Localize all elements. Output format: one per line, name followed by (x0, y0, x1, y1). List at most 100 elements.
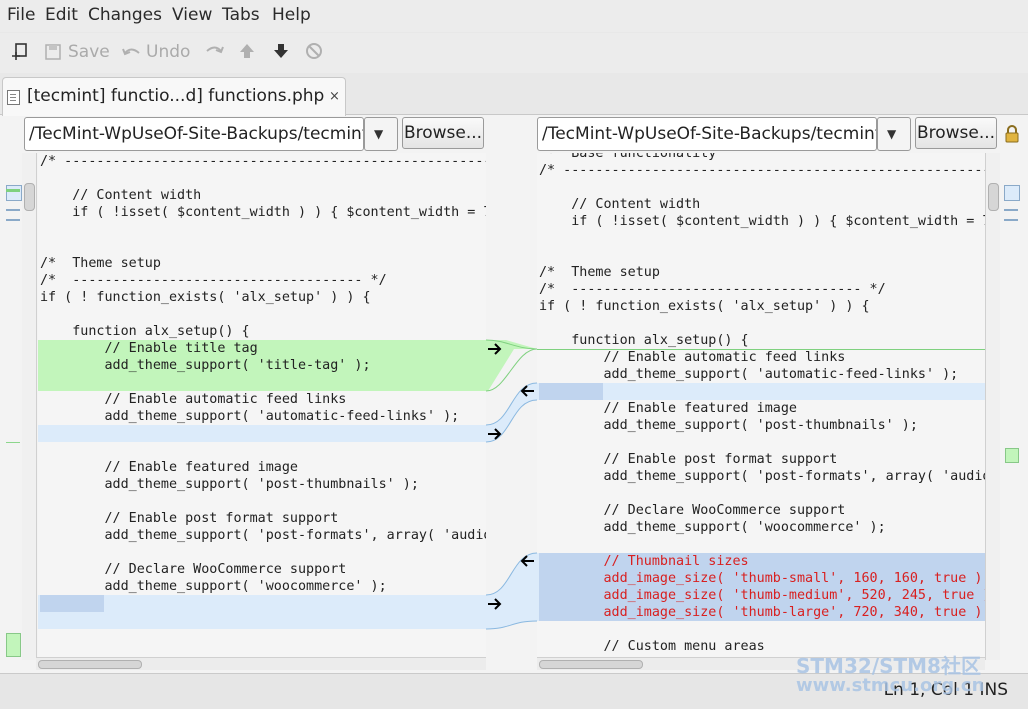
code-line: // Enable featured image (40, 460, 298, 475)
code-line: /* ------------------------------------ … (40, 273, 387, 288)
undo-label: Undo (146, 42, 191, 62)
code-line: add_image_size( 'thumb-large', 720, 340,… (539, 605, 985, 620)
code-line: if ( !isset( $content_width ) ) { $conte… (539, 214, 985, 229)
watermark-line-2: www.stmcu.org.cn (796, 675, 985, 696)
left-diff-map[interactable] (0, 153, 24, 660)
change-highlight (38, 595, 486, 629)
code-line: // Declare WooCommerce support (40, 562, 347, 577)
right-path-text: /TecMint-WpUseOf-Site-Backups/tecmint (542, 124, 877, 144)
left-hscroll-thumb[interactable] (38, 660, 142, 669)
code-line: add_theme_support( 'post-formats', array… (539, 469, 985, 484)
menu-file[interactable]: File (7, 5, 35, 25)
redo-icon (206, 46, 224, 54)
right-path-field[interactable]: /TecMint-WpUseOf-Site-Backups/tecmint (537, 117, 877, 151)
code-line: if ( !isset( $content_width ) ) { $conte… (40, 205, 486, 220)
document-icon (7, 90, 20, 105)
left-vertical-scrollbar[interactable] (22, 153, 37, 660)
code-line: // Content width (539, 197, 701, 212)
diff-map-viewport (1004, 185, 1020, 201)
code-line: /* -------------------------------------… (40, 154, 486, 169)
left-scroll-thumb[interactable] (24, 183, 35, 211)
code-line: // Enable post format support (40, 511, 339, 526)
code-line: // Enable automatic feed links (539, 350, 846, 365)
left-horizontal-scrollbar[interactable] (36, 657, 486, 670)
diff-map-insert-mark (1005, 448, 1019, 463)
diff-map-change-mark (6, 209, 20, 211)
left-path-field[interactable]: /TecMint-WpUseOf-Site-Backups/tecmint (24, 117, 364, 151)
code-line: add_theme_support( 'automatic-feed-links… (539, 367, 959, 382)
new-comparison-button[interactable] (10, 42, 30, 62)
code-line: add_theme_support( 'post-thumbnails' ); (40, 477, 419, 492)
menu-edit[interactable]: Edit (45, 5, 78, 25)
diff-link-area (486, 339, 537, 630)
code-line: // Declare WooCommerce support (539, 503, 846, 518)
code-line: // Enable automatic feed links (40, 392, 347, 407)
code-line: add_theme_support( 'post-thumbnails' ); (539, 418, 918, 433)
diff-map-insert-mark (6, 189, 20, 192)
code-line: add_theme_support( 'title-tag' ); (40, 358, 371, 373)
code-line: add_image_size( 'thumb-small', 160, 160,… (539, 571, 985, 586)
code-line: // Custom menu areas (539, 639, 765, 654)
right-browse-button[interactable]: Browse... (915, 117, 997, 149)
chevron-down-icon: ▼ (374, 127, 384, 141)
code-line: add_image_size( 'thumb-medium', 520, 245… (539, 588, 985, 603)
right-scroll-thumb[interactable] (988, 183, 999, 211)
close-icon[interactable]: × (329, 89, 340, 104)
diff-map-insert-mark (6, 442, 20, 443)
previous-change-button[interactable] (238, 42, 256, 60)
code-line: function alx_setup() { (539, 333, 749, 348)
code-line: add_theme_support( 'woocommerce' ); (539, 520, 886, 535)
diff-map-insert-mark (6, 633, 21, 657)
right-path-dropdown[interactable]: ▼ (877, 117, 911, 151)
menu-bar: File Edit Changes View Tabs Help (0, 0, 1028, 32)
save-button[interactable]: Save (44, 42, 110, 62)
code-line: add_theme_support( 'woocommerce' ); (40, 579, 387, 594)
arrow-up-icon (240, 44, 254, 58)
code-line: if ( ! function_exists( 'alx_setup' ) ) … (40, 290, 371, 305)
menu-help[interactable]: Help (272, 5, 311, 25)
left-path-dropdown[interactable]: ▼ (364, 117, 398, 151)
chevron-down-icon: ▼ (887, 127, 897, 141)
menu-tabs[interactable]: Tabs (222, 5, 260, 25)
lock-icon (1005, 125, 1019, 143)
undo-button[interactable]: Undo (122, 42, 190, 62)
diff-map-change-mark (1004, 219, 1018, 221)
menu-view[interactable]: View (172, 5, 212, 25)
code-line: function alx_setup() { (40, 324, 250, 339)
stop-icon (306, 43, 322, 59)
right-vertical-scrollbar[interactable] (985, 153, 1000, 660)
selection-highlight (539, 383, 603, 400)
arrow-down-icon (274, 44, 288, 58)
code-line: // Thumbnail sizes (539, 554, 749, 569)
code-line: if ( ! function_exists( 'alx_setup' ) ) … (539, 299, 870, 314)
tab-functions-php[interactable]: [tecmint] functio...d] functions.php × (2, 77, 346, 116)
code-line: // Enable post format support (539, 452, 838, 467)
change-highlight (38, 425, 486, 442)
undo-icon (122, 48, 140, 56)
left-browse-button[interactable]: Browse... (402, 117, 484, 149)
right-code-pane[interactable]: * Base functionality /* -----------------… (537, 153, 985, 660)
code-line: // Content width (40, 188, 202, 203)
redo-button[interactable] (204, 42, 224, 58)
right-hscroll-thumb[interactable] (539, 660, 643, 669)
new-comparison-icon (12, 43, 27, 60)
save-label: Save (68, 42, 110, 62)
next-change-button[interactable] (272, 42, 290, 60)
code-line: * Base functionality (539, 153, 717, 161)
code-line: add_theme_support( 'post-formats', array… (40, 528, 486, 543)
diff-map-change-mark (6, 219, 20, 221)
tab-title: [tecmint] functio...d] functions.php (27, 86, 325, 106)
code-line: // Enable featured image (539, 401, 797, 416)
code-line: /* Theme setup (539, 265, 660, 280)
menu-changes[interactable]: Changes (88, 5, 162, 25)
code-line: add_theme_support( 'automatic-feed-links… (40, 409, 460, 424)
stop-button[interactable] (305, 42, 323, 60)
code-line: /* -------------------------------------… (539, 163, 985, 178)
code-line: // Enable title tag (40, 341, 258, 356)
change-highlight (537, 383, 985, 400)
left-path-text: /TecMint-WpUseOf-Site-Backups/tecmint (29, 124, 364, 144)
right-diff-map[interactable] (1000, 153, 1026, 660)
left-code-pane[interactable]: /* -------------------------------------… (38, 153, 486, 660)
diff-map-change-mark (1004, 209, 1018, 211)
save-icon (45, 44, 61, 60)
